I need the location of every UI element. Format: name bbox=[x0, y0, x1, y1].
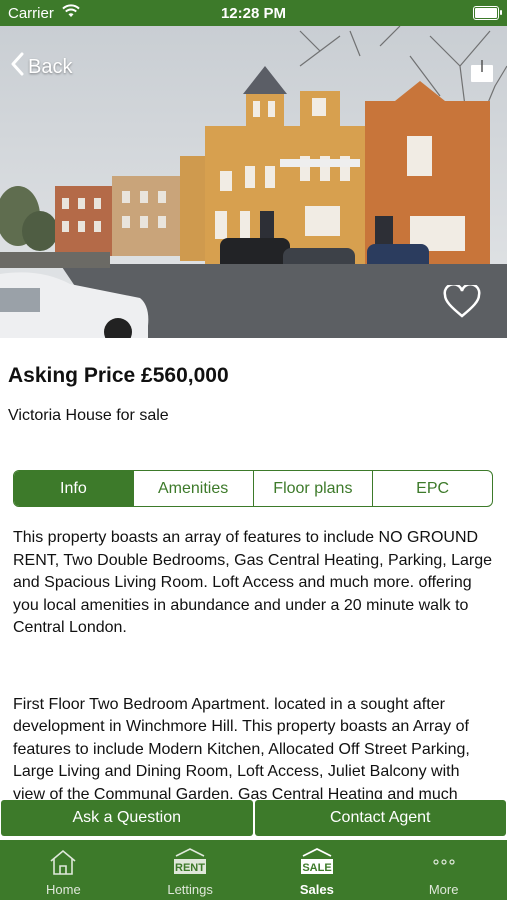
clock: 12:28 PM bbox=[220, 5, 287, 22]
tab-floor-plans[interactable]: Floor plans bbox=[252, 471, 373, 506]
tab-sales[interactable]: SALE Sales bbox=[254, 840, 381, 900]
tab-sales-label: Sales bbox=[299, 882, 334, 897]
sale-badge-text: SALE bbox=[302, 862, 331, 874]
property-description[interactable]: This property boasts an array of feature… bbox=[13, 527, 495, 799]
share-icon bbox=[469, 60, 495, 88]
description-paragraph: First Floor Two Bedroom Apartment. locat… bbox=[13, 695, 470, 800]
rent-sign-icon: RENT bbox=[170, 848, 210, 879]
tab-more-label: More bbox=[428, 882, 459, 897]
tab-info[interactable]: Info bbox=[14, 471, 133, 506]
tab-lettings[interactable]: RENT Lettings bbox=[127, 840, 254, 900]
property-photo bbox=[0, 26, 507, 338]
tab-epc[interactable]: EPC bbox=[372, 471, 492, 506]
favorite-button[interactable] bbox=[443, 283, 481, 324]
segmented-tabs: Info Amenities Floor plans EPC bbox=[13, 470, 493, 507]
tab-home[interactable]: Home bbox=[0, 840, 127, 900]
share-button[interactable] bbox=[469, 58, 495, 89]
tab-lettings-label: Lettings bbox=[167, 882, 213, 897]
sale-sign-icon: SALE bbox=[297, 847, 337, 879]
description-paragraph: This property boasts an array of feature… bbox=[13, 529, 493, 636]
tab-more[interactable]: More bbox=[380, 840, 507, 900]
back-label: Back bbox=[28, 55, 73, 78]
tab-home-label: Home bbox=[46, 882, 81, 897]
chevron-left-icon bbox=[10, 52, 24, 82]
bottom-tab-bar: Home RENT Lettings SALE Sales More bbox=[0, 840, 507, 900]
tab-amenities[interactable]: Amenities bbox=[132, 471, 253, 506]
action-bar: Ask a Question Contact Agent bbox=[0, 800, 507, 836]
rent-badge-text: RENT bbox=[175, 862, 205, 874]
more-dots-icon bbox=[429, 848, 459, 879]
property-title: Victoria House for sale bbox=[8, 407, 169, 424]
battery-icon bbox=[473, 6, 502, 20]
heart-icon bbox=[443, 283, 481, 323]
home-icon bbox=[48, 848, 78, 879]
ask-question-button[interactable]: Ask a Question bbox=[1, 800, 253, 836]
contact-agent-button[interactable]: Contact Agent bbox=[254, 800, 506, 836]
asking-price: Asking Price £560,000 bbox=[8, 364, 229, 387]
status-bar: Carrier 12:28 PM bbox=[0, 0, 507, 26]
back-button[interactable]: Back bbox=[10, 52, 72, 82]
